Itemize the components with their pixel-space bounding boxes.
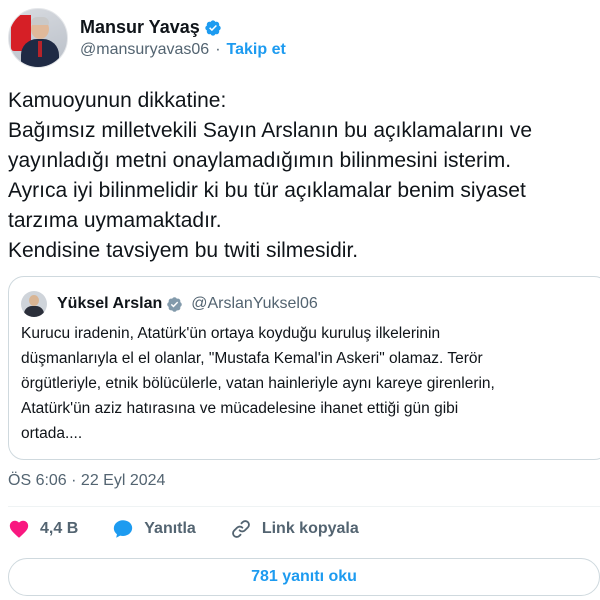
- quoted-line: Atatürk'ün aziz hatırasına ve mücadelesi…: [21, 400, 459, 417]
- verified-badge-icon: [205, 19, 221, 36]
- quoted-line: Kurucu iradenin, Atatürk'ün ortaya koydu…: [21, 325, 441, 342]
- tweet-timestamp[interactable]: ÖS 6:06 · 22 Eyl 2024: [8, 472, 165, 490]
- like-count: 4,4 B: [40, 520, 79, 537]
- quoted-line: ortada....: [21, 425, 83, 442]
- author-handle[interactable]: @mansuryavas06: [80, 41, 209, 59]
- tweet-line: tarzıma uymamaktadır.: [8, 209, 222, 232]
- author-avatar[interactable]: [8, 8, 68, 68]
- reply-label: Yanıtla: [144, 520, 196, 537]
- quoted-line: örgütleriyle, etnik bölücülerle, vatan h…: [21, 375, 495, 392]
- tweet-line: Bağımsız milletvekili Sayın Arslanın bu …: [8, 119, 533, 142]
- action-bar: 4,4 B Yanıtla Link kopyala: [8, 518, 393, 540]
- quoted-line: düşmanlarıyla el el olanlar, "Mustafa Ke…: [21, 350, 483, 367]
- follow-button[interactable]: Takip et: [227, 41, 286, 59]
- speech-bubble-icon: [114, 520, 133, 538]
- tweet-line: Ayrıca iyi bilinmelidir ki bu tür açıkla…: [8, 179, 526, 202]
- divider: [8, 506, 600, 507]
- author-info: Mansur Yavaş @mansuryavas06 · Takip et: [80, 17, 286, 59]
- copy-link-label: Link kopyala: [261, 520, 359, 537]
- quoted-author-avatar: [21, 291, 47, 317]
- tweet-line: Kamuoyunun dikkatine:: [8, 89, 227, 112]
- quoted-tweet-header: Yüksel Arslan @ArslanYuksel06: [21, 291, 318, 317]
- tweet-header: Mansur Yavaş @mansuryavas06 · Takip et: [8, 8, 286, 68]
- tweet-line: Kendisine tavsiyem bu twiti silmesidir.: [8, 239, 359, 262]
- copy-link-button[interactable]: Link kopyala: [230, 518, 359, 540]
- quoted-tweet-text: Kurucu iradenin, Atatürk'ün ortaya koydu…: [21, 321, 600, 446]
- quoted-author-name: Yüksel Arslan: [57, 295, 163, 312]
- separator-dot: ·: [215, 41, 221, 58]
- tweet-text: Kamuoyunun dikkatine: Bağımsız milletvek…: [8, 86, 596, 266]
- tweet-line: yayınladığı metni onaylamadığımın bilinm…: [8, 149, 512, 172]
- read-replies-button[interactable]: 781 yanıtı oku: [8, 558, 600, 596]
- reply-button[interactable]: Yanıtla: [112, 518, 196, 540]
- like-button[interactable]: 4,4 B: [8, 518, 78, 540]
- verified-badge-icon: [167, 296, 182, 312]
- author-name[interactable]: Mansur Yavaş: [80, 17, 200, 38]
- link-icon: [231, 520, 250, 538]
- quoted-tweet-card[interactable]: Yüksel Arslan @ArslanYuksel06 Kurucu ira…: [8, 276, 600, 460]
- heart-icon: [9, 520, 29, 538]
- quoted-author-handle: @ArslanYuksel06: [191, 295, 318, 312]
